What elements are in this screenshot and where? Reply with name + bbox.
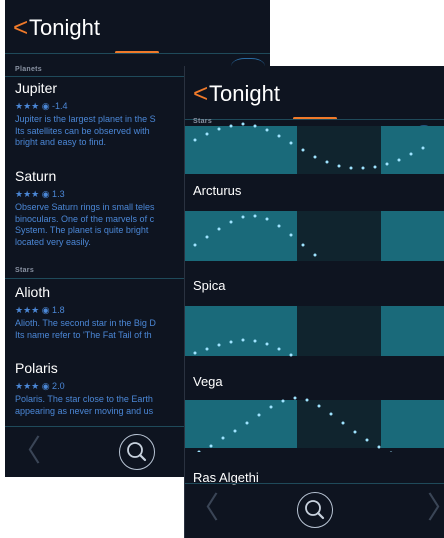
star-name[interactable]: Vega xyxy=(193,374,223,389)
front-screen: < Tonight Stars Arcturus Spica Vega Ras … xyxy=(184,66,444,538)
star-name[interactable]: Arcturus xyxy=(193,183,241,198)
search-button[interactable] xyxy=(119,434,155,470)
chevron-right-icon[interactable]: 〉 xyxy=(427,494,444,524)
search-button[interactable] xyxy=(297,492,333,528)
star-name[interactable]: Spica xyxy=(193,278,226,293)
item-rating: ★★★ ◉ 1.8 xyxy=(15,305,65,315)
page-title: Tonight xyxy=(29,15,100,40)
visibility-curve xyxy=(185,122,444,174)
item-name: Polaris xyxy=(15,360,58,376)
nav-bar: < Tonight xyxy=(185,66,444,120)
section-header-stars: Stars xyxy=(15,267,35,274)
nav-bar: < Tonight xyxy=(5,0,270,54)
star-visibility-chart[interactable] xyxy=(185,207,444,263)
bottom-toolbar: 〈 〉 xyxy=(185,483,444,538)
chevron-left-icon[interactable]: 〈 xyxy=(189,494,219,524)
star-visibility-chart[interactable] xyxy=(185,302,444,358)
item-rating: ★★★ ◉ 1.3 xyxy=(15,189,65,199)
back-button[interactable]: < xyxy=(193,80,208,106)
star-visibility-chart[interactable] xyxy=(185,396,444,452)
back-button[interactable]: < xyxy=(13,14,28,40)
visibility-curve xyxy=(185,306,444,357)
nav-divider xyxy=(5,53,270,54)
visibility-curve xyxy=(185,211,444,261)
search-icon xyxy=(127,442,147,462)
search-icon xyxy=(305,500,325,520)
chevron-left-icon[interactable]: 〈 xyxy=(11,437,41,467)
visibility-curve xyxy=(185,396,444,452)
page-title: Tonight xyxy=(209,81,280,106)
item-rating: ★★★ ◉ 2.0 xyxy=(15,381,65,391)
star-visibility-chart[interactable] xyxy=(185,120,444,176)
item-name: Jupiter xyxy=(15,80,58,96)
section-header-planets: Planets xyxy=(15,66,42,73)
item-name: Alioth xyxy=(15,284,51,300)
item-rating: ★★★ ◉ -1.4 xyxy=(15,101,68,111)
item-name: Saturn xyxy=(15,168,57,184)
